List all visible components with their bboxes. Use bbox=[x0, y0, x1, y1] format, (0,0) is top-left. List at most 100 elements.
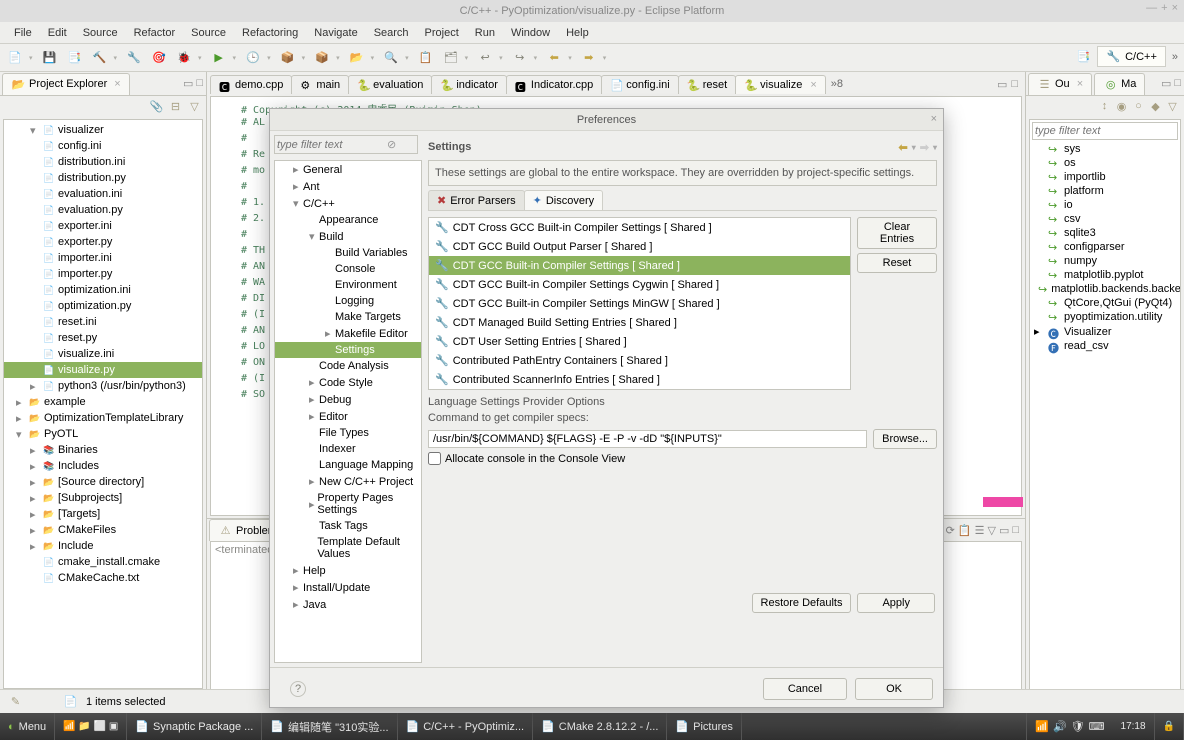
provider-item[interactable]: 🔧CDT User Setting Entries [ Shared ] bbox=[429, 332, 850, 351]
link-editor-icon[interactable]: 📎 bbox=[149, 99, 164, 114]
editor-overflow[interactable]: »8 bbox=[831, 78, 843, 90]
dropdown-arrow-icon[interactable]: ▾ bbox=[114, 54, 118, 62]
outline-item[interactable]: ↪matplotlib.pyplot bbox=[1030, 268, 1180, 282]
os-user-icon[interactable]: 🔒 bbox=[1155, 713, 1184, 740]
sort-icon[interactable]: ↕ bbox=[1097, 99, 1112, 114]
minimize-icon[interactable]: — bbox=[1146, 2, 1157, 14]
maximize-icon[interactable]: □ bbox=[196, 77, 203, 90]
outline-item[interactable]: ↪io bbox=[1030, 198, 1180, 212]
prefs-filter-input[interactable] bbox=[277, 139, 387, 151]
bug-icon[interactable]: 🐞 bbox=[173, 47, 195, 69]
project-tree[interactable]: ▾📄visualizer📄config.ini📄distribution.ini… bbox=[3, 119, 203, 689]
keyboard-icon[interactable]: ⌨ bbox=[1089, 720, 1105, 733]
outline-item[interactable]: ↪os bbox=[1030, 156, 1180, 170]
prefs-tree-item[interactable]: ▸Makefile Editor bbox=[275, 325, 421, 342]
prefs-tree-item[interactable]: ▸Ant bbox=[275, 178, 421, 195]
outline-item[interactable]: ↪importlib bbox=[1030, 170, 1180, 184]
outline-item[interactable]: 🅕read_csv bbox=[1030, 339, 1180, 353]
reset-button[interactable]: Reset bbox=[857, 253, 937, 273]
editor-tab[interactable]: 🅲Indicator.cpp bbox=[506, 75, 602, 94]
menu-source[interactable]: Source bbox=[183, 24, 234, 42]
dialog-close-icon[interactable]: × bbox=[931, 113, 937, 125]
tree-item[interactable]: ▸📂[Source directory] bbox=[4, 474, 202, 490]
open-type-icon[interactable]: 📋 bbox=[415, 47, 437, 69]
menu-source[interactable]: Source bbox=[75, 24, 126, 42]
prefs-tree-item[interactable]: Make Targets bbox=[275, 309, 421, 325]
outline-item[interactable]: ▸🅒Visualizer bbox=[1030, 324, 1180, 339]
outline-menu-icon[interactable]: ▽ bbox=[1165, 99, 1180, 114]
dropdown-arrow-icon[interactable]: ▾ bbox=[233, 54, 237, 62]
tree-item[interactable]: ▾📂PyOTL bbox=[4, 426, 202, 442]
outline-item[interactable]: ↪numpy bbox=[1030, 254, 1180, 268]
compiler-spec-input[interactable] bbox=[428, 430, 867, 448]
tree-item[interactable]: ▸📄python3 (/usr/bin/python3) bbox=[4, 378, 202, 394]
editor-tab[interactable]: 📄config.ini bbox=[601, 75, 678, 94]
folder-icon[interactable]: 📂 bbox=[346, 47, 368, 69]
prefs-tree-item[interactable]: ▸Install/Update bbox=[275, 579, 421, 596]
browse-button[interactable]: Browse... bbox=[873, 429, 937, 449]
menu-window[interactable]: Window bbox=[503, 24, 558, 42]
tree-item[interactable]: ▸📚Includes bbox=[4, 458, 202, 474]
console-toolbar-icon[interactable]: ▽ bbox=[987, 524, 995, 537]
minimize-icon[interactable]: ▭ bbox=[1161, 77, 1171, 90]
prefs-tree-item[interactable]: ▸Property Pages Settings bbox=[275, 490, 421, 518]
prefs-tree-item[interactable]: Settings bbox=[275, 342, 421, 358]
close-icon[interactable]: × bbox=[810, 79, 816, 91]
console-toolbar-icon[interactable]: ⟳ bbox=[946, 524, 955, 537]
tree-item[interactable]: ▸📂OptimizationTemplateLibrary bbox=[4, 410, 202, 426]
perspective-button[interactable]: 🔧 C/C++ bbox=[1097, 46, 1166, 67]
clear-entries-button[interactable]: Clear Entries bbox=[857, 217, 937, 249]
editor-tab[interactable]: 🐍evaluation bbox=[348, 75, 432, 94]
tree-item[interactable]: ▸📂Include bbox=[4, 538, 202, 554]
tree-item[interactable]: ▸📂[Targets] bbox=[4, 506, 202, 522]
outline-item[interactable]: ↪matplotlib.backends.backend bbox=[1030, 282, 1180, 296]
step-fwd-icon[interactable]: ↪ bbox=[509, 47, 531, 69]
ok-button[interactable]: OK bbox=[855, 678, 933, 700]
perspective-overflow[interactable]: » bbox=[1172, 51, 1178, 63]
hammer-icon[interactable]: 🔨 bbox=[89, 47, 111, 69]
tree-item[interactable]: ▸📂CMakeFiles bbox=[4, 522, 202, 538]
close-icon[interactable]: × bbox=[1172, 2, 1178, 14]
make-tab[interactable]: ◎ Ma bbox=[1094, 73, 1145, 95]
target-icon[interactable]: 🎯 bbox=[148, 47, 170, 69]
search-icon[interactable]: 🔍 bbox=[380, 47, 402, 69]
dropdown-arrow-icon[interactable]: ▾ bbox=[933, 143, 937, 152]
collapse-all-icon[interactable]: ⊟ bbox=[168, 99, 183, 114]
outline-item[interactable]: ↪platform bbox=[1030, 184, 1180, 198]
tree-item[interactable]: 📄reset.py bbox=[4, 330, 202, 346]
prefs-tree-item[interactable]: ▸Help bbox=[275, 562, 421, 579]
provider-item[interactable]: 🔧Contributed PathEntry Containers [ Shar… bbox=[429, 351, 850, 370]
prefs-tree-item[interactable]: Environment bbox=[275, 277, 421, 293]
provider-item[interactable]: 🔧CDT Managed Build Setting Entries [ Sha… bbox=[429, 313, 850, 332]
wrench-icon[interactable]: 🔧 bbox=[123, 47, 145, 69]
tree-item[interactable]: ▸📂[Subprojects] bbox=[4, 490, 202, 506]
help-icon[interactable]: ? bbox=[290, 681, 306, 697]
tree-item[interactable]: 📄distribution.py bbox=[4, 170, 202, 186]
tree-item[interactable]: 📄exporter.py bbox=[4, 234, 202, 250]
tree-item[interactable]: 📄config.ini bbox=[4, 138, 202, 154]
menu-help[interactable]: Help bbox=[558, 24, 597, 42]
hide-nonpublic-icon[interactable]: ◆ bbox=[1148, 99, 1163, 114]
dropdown-arrow-icon[interactable]: ▾ bbox=[534, 54, 538, 62]
minimize-icon[interactable]: ▭ bbox=[183, 77, 193, 90]
filter-fields-icon[interactable]: ◉ bbox=[1114, 99, 1129, 114]
menu-project[interactable]: Project bbox=[417, 24, 467, 42]
console-toolbar-icon[interactable]: ☰ bbox=[975, 524, 985, 537]
tree-item[interactable]: 📄evaluation.py bbox=[4, 202, 202, 218]
project-explorer-tab[interactable]: 📂 Project Explorer × bbox=[2, 73, 130, 95]
save-all-icon[interactable]: 📑 bbox=[64, 47, 86, 69]
editor-tab[interactable]: 🐍reset bbox=[678, 75, 736, 94]
provider-item[interactable]: 🔧CDT GCC Built-in Compiler Settings [ Sh… bbox=[429, 256, 850, 275]
outline-item[interactable]: ↪sqlite3 bbox=[1030, 226, 1180, 240]
prefs-tree-item[interactable]: ▸Editor bbox=[275, 408, 421, 425]
open-perspective-icon[interactable]: 📑 bbox=[1076, 49, 1091, 64]
prefs-tree-item[interactable]: Indexer bbox=[275, 441, 421, 457]
provider-item[interactable]: 🔧CDT Cross GCC Built-in Compiler Setting… bbox=[429, 218, 850, 237]
prefs-tree-item[interactable]: ▸General bbox=[275, 161, 421, 178]
prefs-tree-item[interactable]: ▾C/C++ bbox=[275, 195, 421, 212]
dropdown-arrow-icon[interactable]: ▾ bbox=[603, 54, 607, 62]
close-icon[interactable]: × bbox=[114, 78, 120, 90]
filter-static-icon[interactable]: ○ bbox=[1131, 99, 1146, 114]
dropdown-arrow-icon[interactable]: ▾ bbox=[465, 54, 469, 62]
prefs-tree-item[interactable]: Task Tags bbox=[275, 518, 421, 534]
